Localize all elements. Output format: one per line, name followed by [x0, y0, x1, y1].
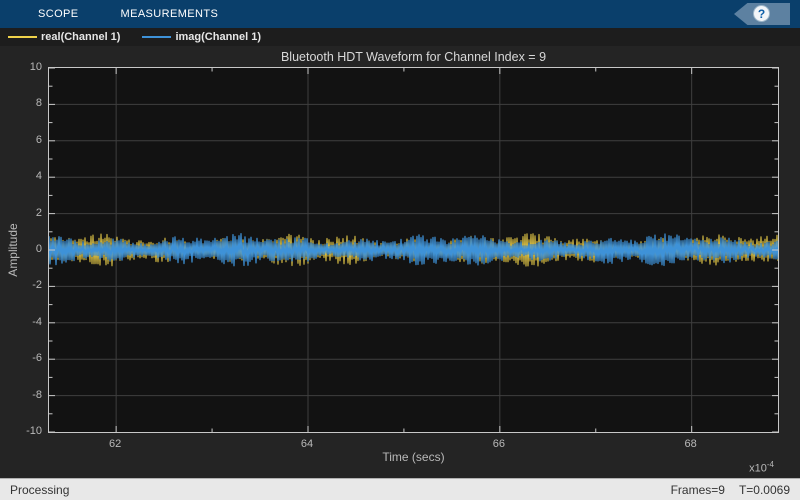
imag-line-swatch [142, 36, 171, 38]
frames-counter: Frames=9 [671, 483, 725, 497]
plot-area[interactable] [48, 67, 779, 433]
legend: real(Channel 1) imag(Channel 1) [0, 28, 800, 46]
status-bar: Processing Frames=9 T=0.0069 [0, 478, 800, 500]
y-tick-label: 0 [2, 243, 42, 255]
legend-item-real[interactable]: real(Channel 1) [8, 31, 120, 43]
scope-window: SCOPE MEASUREMENTS ? real(Channel 1) ima… [0, 0, 800, 500]
y-tick-label: 10 [2, 61, 42, 73]
x-tick-label: 62 [90, 438, 140, 450]
real-line-swatch [8, 36, 37, 38]
y-tick-label: 8 [2, 97, 42, 109]
legend-label-imag: imag(Channel 1) [175, 31, 261, 43]
x-tick-label: 66 [474, 438, 524, 450]
legend-item-imag[interactable]: imag(Channel 1) [142, 31, 261, 43]
chart-title: Bluetooth HDT Waveform for Channel Index… [48, 50, 779, 64]
tab-measurements[interactable]: MEASUREMENTS [121, 0, 219, 28]
x-tick-label: 64 [282, 438, 332, 450]
status-counters: Frames=9 T=0.0069 [657, 483, 790, 497]
help-button[interactable]: ? [734, 3, 790, 25]
y-tick-label: -8 [2, 389, 42, 401]
y-tick-label: -6 [2, 352, 42, 364]
y-tick-label: 4 [2, 170, 42, 182]
x-axis-label: Time (secs) [48, 450, 779, 464]
legend-label-real: real(Channel 1) [41, 31, 120, 43]
toolstrip: SCOPE MEASUREMENTS ? [0, 0, 800, 28]
status-message: Processing [10, 483, 69, 497]
y-tick-label: -2 [2, 279, 42, 291]
x-tick-label: 68 [666, 438, 716, 450]
plot-region: Bluetooth HDT Waveform for Channel Index… [0, 46, 800, 478]
y-tick-label: -4 [2, 316, 42, 328]
y-tick-label: 2 [2, 207, 42, 219]
waveform-canvas [49, 68, 778, 432]
y-tick-label: 6 [2, 134, 42, 146]
x-axis-exponent: x10-4 [749, 460, 774, 475]
time-counter: T=0.0069 [739, 483, 790, 497]
help-icon: ? [753, 5, 770, 22]
tab-scope[interactable]: SCOPE [38, 0, 79, 28]
y-tick-label: -10 [2, 425, 42, 437]
